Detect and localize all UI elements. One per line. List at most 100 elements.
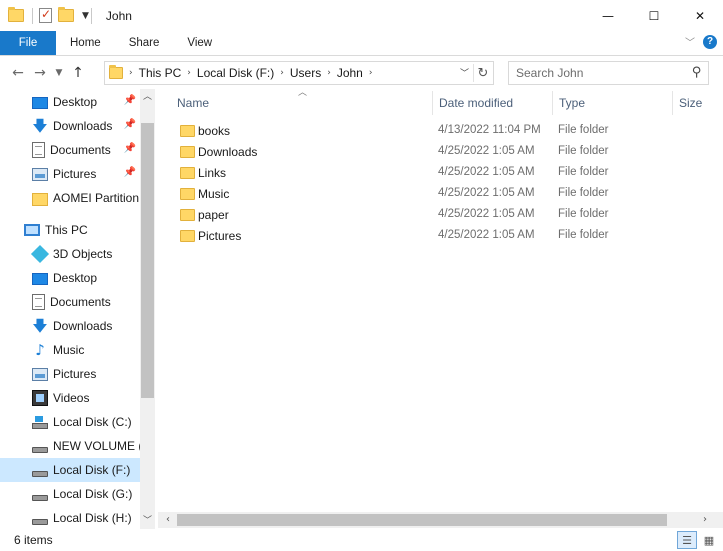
pin-icon[interactable]: 📌 bbox=[124, 143, 136, 154]
nav-item-local-disk-g[interactable]: Local Disk (G:) bbox=[0, 482, 140, 506]
nav-item-quick-documents[interactable]: Documents 📌 bbox=[0, 138, 140, 162]
nav-item-pictures[interactable]: Pictures bbox=[0, 362, 140, 386]
file-row[interactable]: Downloads 4/25/2022 1:05 AM File folder bbox=[170, 142, 650, 163]
nav-item-desktop[interactable]: Desktop bbox=[0, 266, 140, 290]
up-button[interactable]: ↑ bbox=[67, 62, 89, 84]
drive-icon bbox=[32, 447, 48, 453]
details-view-icon[interactable]: ☰ bbox=[677, 531, 697, 549]
nav-item-videos[interactable]: Videos bbox=[0, 386, 140, 410]
pin-icon[interactable]: 📌 bbox=[124, 167, 136, 178]
column-divider[interactable] bbox=[432, 91, 433, 115]
file-row[interactable]: Links 4/25/2022 1:05 AM File folder bbox=[170, 163, 650, 184]
help-icon[interactable]: ? bbox=[703, 34, 717, 49]
search-icon[interactable]: ⚲ bbox=[692, 65, 702, 80]
drive-icon bbox=[32, 416, 48, 429]
nav-item-aomei-partition[interactable]: AOMEI Partition bbox=[0, 186, 140, 210]
file-date: 4/25/2022 1:05 AM bbox=[438, 145, 535, 157]
scrollbar-thumb[interactable] bbox=[141, 123, 154, 398]
nav-item-local-disk-c[interactable]: Local Disk (C:) bbox=[0, 410, 140, 434]
nav-item-quick-pictures[interactable]: Pictures 📌 bbox=[0, 162, 140, 186]
back-button[interactable]: ← bbox=[7, 62, 29, 84]
nav-item-label: Pictures bbox=[53, 367, 97, 381]
folder-icon bbox=[109, 65, 123, 79]
navigation-pane-scrollbar[interactable]: ︿ ﹀ bbox=[140, 89, 155, 529]
new-folder-icon[interactable] bbox=[58, 7, 74, 22]
nav-item-new-volume-e[interactable]: NEW VOLUME (E bbox=[0, 434, 140, 458]
nav-item-local-disk-h[interactable]: Local Disk (H:) bbox=[0, 506, 140, 529]
folder-icon bbox=[180, 230, 195, 242]
maximize-button[interactable]: ☐ bbox=[631, 0, 677, 31]
recent-locations-chevron-icon[interactable]: ▼ bbox=[51, 62, 67, 84]
folder-icon bbox=[8, 7, 24, 22]
properties-icon[interactable] bbox=[39, 7, 52, 23]
close-button[interactable]: ✕ bbox=[677, 0, 723, 31]
breadcrumb-separator-icon[interactable]: › bbox=[185, 68, 193, 78]
tab-share[interactable]: Share bbox=[115, 31, 174, 55]
breadcrumb-separator-icon[interactable]: › bbox=[278, 68, 286, 78]
tab-file[interactable]: File bbox=[0, 31, 56, 55]
address-bar[interactable]: › This PC › Local Disk (F:) › Users › Jo… bbox=[104, 61, 494, 85]
tab-home[interactable]: Home bbox=[56, 31, 115, 55]
nav-item-quick-downloads[interactable]: Downloads 📌 bbox=[0, 114, 140, 138]
refresh-icon[interactable]: ↻ bbox=[473, 64, 489, 82]
file-name: Links bbox=[198, 166, 227, 180]
pin-icon[interactable]: 📌 bbox=[124, 119, 136, 130]
column-header-type[interactable]: Type bbox=[554, 89, 585, 117]
breadcrumb-separator-icon[interactable]: › bbox=[367, 68, 375, 78]
folder-icon bbox=[180, 209, 195, 221]
large-icons-view-icon[interactable]: ▦ bbox=[699, 531, 719, 549]
customize-toolbar-chevron-icon[interactable]: ▼ bbox=[82, 11, 89, 21]
nav-item-label: Videos bbox=[53, 391, 90, 405]
column-divider[interactable] bbox=[552, 91, 553, 115]
minimize-button[interactable]: — bbox=[585, 0, 631, 31]
nav-item-label: Desktop bbox=[53, 271, 98, 285]
nav-item-label: Music bbox=[53, 343, 85, 357]
folder-icon bbox=[180, 146, 195, 158]
scrollbar-thumb[interactable] bbox=[177, 514, 667, 526]
scroll-up-chevron-icon[interactable]: ︿ bbox=[140, 89, 155, 105]
scroll-right-chevron-icon[interactable]: › bbox=[697, 512, 713, 528]
nav-item-this-pc[interactable]: This PC bbox=[0, 218, 140, 242]
nav-item-local-disk-f[interactable]: Local Disk (F:) bbox=[0, 458, 140, 482]
nav-item-downloads[interactable]: Downloads bbox=[0, 314, 140, 338]
column-header-name[interactable]: Name bbox=[172, 89, 209, 117]
3d-objects-icon bbox=[30, 244, 50, 264]
file-list: ︿ Name Date modified Type Size books 4/1… bbox=[158, 88, 723, 529]
pin-icon[interactable]: 📌 bbox=[124, 95, 136, 106]
expand-ribbon-chevron-icon[interactable]: ﹀ bbox=[685, 34, 695, 49]
search-box[interactable]: ⚲ bbox=[508, 61, 709, 85]
file-row[interactable]: paper 4/25/2022 1:05 AM File folder bbox=[170, 205, 650, 226]
file-row[interactable]: books 4/13/2022 11:04 PM File folder bbox=[170, 121, 650, 142]
folder-icon bbox=[32, 192, 48, 206]
tab-view[interactable]: View bbox=[173, 31, 226, 55]
file-row[interactable]: Pictures 4/25/2022 1:05 AM File folder bbox=[170, 226, 650, 247]
download-icon bbox=[32, 118, 48, 134]
title-bar: ▼ John — ☐ ✕ bbox=[0, 0, 723, 31]
nav-item-label: Local Disk (H:) bbox=[53, 511, 132, 525]
nav-item-3d-objects[interactable]: 3D Objects bbox=[0, 242, 140, 266]
breadcrumb-separator-icon[interactable]: › bbox=[127, 68, 135, 78]
column-header-date-modified[interactable]: Date modified bbox=[434, 89, 513, 117]
breadcrumb-local-disk-f[interactable]: Local Disk (F:) bbox=[193, 66, 278, 80]
scroll-down-chevron-icon[interactable]: ﹀ bbox=[140, 513, 155, 529]
file-name: Pictures bbox=[198, 229, 242, 243]
breadcrumb-separator-icon[interactable]: › bbox=[325, 68, 333, 78]
nav-item-quick-desktop[interactable]: Desktop 📌 bbox=[0, 90, 140, 114]
ribbon-right-controls: ﹀ ? bbox=[685, 34, 717, 49]
file-row[interactable]: Music 4/25/2022 1:05 AM File folder bbox=[170, 184, 650, 205]
scroll-left-chevron-icon[interactable]: ‹ bbox=[160, 512, 176, 528]
drive-icon bbox=[32, 471, 48, 477]
breadcrumb-users[interactable]: Users bbox=[286, 66, 325, 80]
column-divider[interactable] bbox=[672, 91, 673, 115]
drive-icon bbox=[32, 495, 48, 501]
address-dropdown-chevron-icon[interactable]: ﹀ bbox=[460, 66, 469, 79]
folder-icon bbox=[180, 125, 195, 137]
column-header-size[interactable]: Size bbox=[674, 89, 702, 117]
forward-button[interactable]: → bbox=[29, 62, 51, 84]
breadcrumb-this-pc[interactable]: This PC bbox=[135, 66, 186, 80]
breadcrumb-john[interactable]: John bbox=[333, 66, 367, 80]
search-input[interactable] bbox=[516, 66, 676, 80]
nav-item-music[interactable]: ♪ Music bbox=[0, 338, 140, 362]
nav-item-documents[interactable]: Documents bbox=[0, 290, 140, 314]
horizontal-scrollbar[interactable]: ‹ › bbox=[158, 512, 723, 528]
